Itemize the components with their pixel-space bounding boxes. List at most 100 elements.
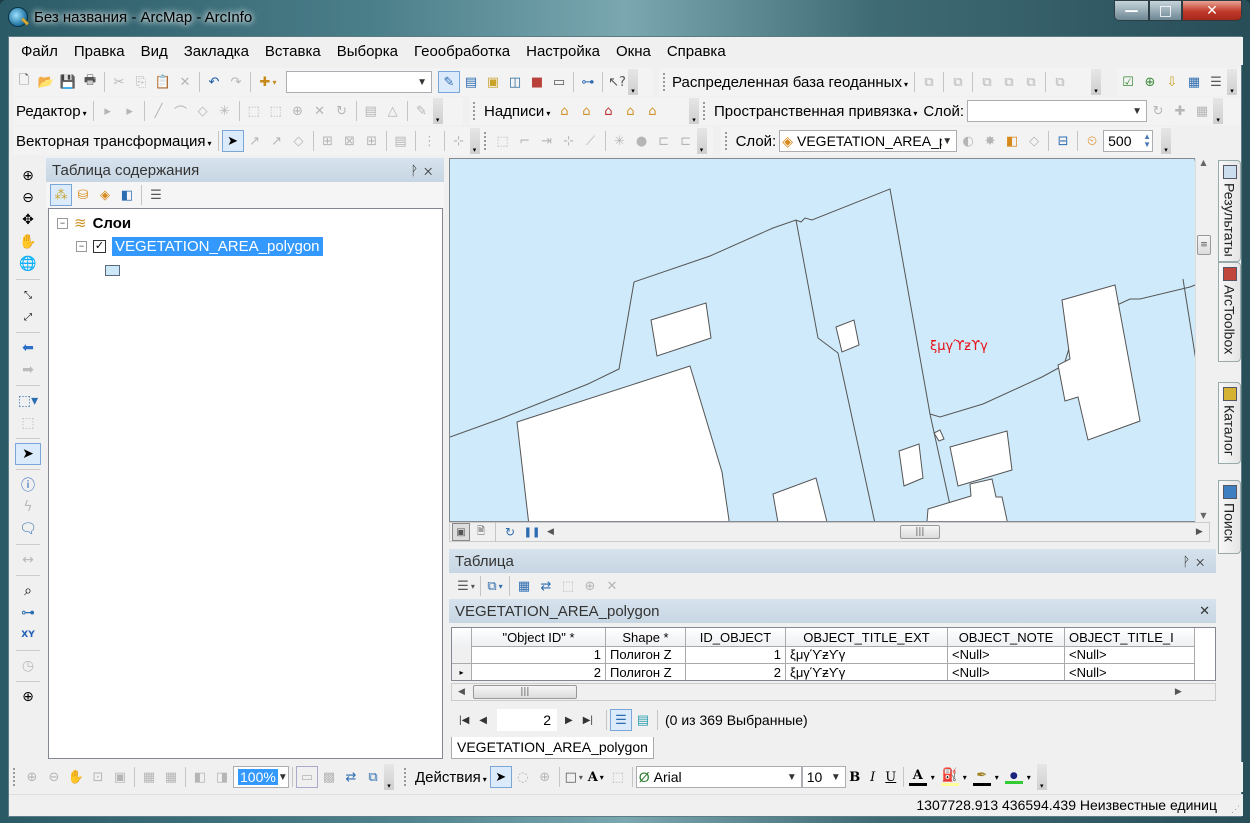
cell-object-title-ext[interactable]: ξμγϓƶϒγ [786, 664, 948, 680]
list-by-source-icon[interactable]: ⛁ [72, 184, 94, 206]
toolbar-grip[interactable] [725, 132, 729, 150]
scroll-left-icon[interactable]: ◀ [547, 527, 554, 537]
find-binoculars-icon[interactable]: ⌕ [15, 580, 41, 602]
create-viewer-window-icon[interactable]: ⊕ [15, 686, 41, 708]
menu-file[interactable]: Файл [21, 43, 58, 60]
layout-pan-icon[interactable]: ✋ [65, 766, 87, 788]
italic-button[interactable]: I [864, 770, 882, 785]
load-objects-icon[interactable]: ⇩ [1161, 71, 1183, 93]
map-view[interactable]: ξμγϓƶϒγ [449, 158, 1210, 522]
list-by-drawing-order-icon[interactable]: ⁂ [50, 184, 72, 206]
split-icon[interactable]: ✕ [309, 100, 331, 122]
column-header-id-object[interactable]: ID_OBJECT [686, 628, 786, 647]
menu-selection[interactable]: Выборка [337, 43, 398, 60]
zoom-in-icon[interactable]: ⊕ [15, 165, 41, 187]
tab-arctoolbox[interactable]: ArcToolbox [1218, 262, 1241, 362]
cell-id-object[interactable]: 1 [686, 646, 786, 664]
layout-zoom-out-icon[interactable]: ⊖ [43, 766, 65, 788]
toolbar-options-icon[interactable]: ▾ [432, 98, 443, 124]
cell-object-title-i[interactable]: <Null> [1065, 664, 1195, 680]
layer-name[interactable]: VEGETATION_AREA_polygon [112, 236, 323, 256]
cell-object-note[interactable]: <Null> [948, 646, 1065, 664]
validate-icon[interactable]: ☑ [1117, 71, 1139, 93]
layout-zoom-in-icon[interactable]: ⊕ [21, 766, 43, 788]
tab-results[interactable]: Результаты [1218, 160, 1241, 262]
label-weight-icon[interactable]: ⌂ [597, 100, 619, 122]
go-back-extent-icon[interactable]: ◧ [189, 766, 211, 788]
cell-object-id[interactable]: 2 [472, 664, 606, 680]
georef-layer-combo[interactable]: ▼ [967, 100, 1148, 122]
select-by-attributes-icon[interactable]: ▦ [513, 575, 535, 597]
new-displacement-link-icon[interactable]: ↗ [244, 130, 266, 152]
toolbar-options-icon[interactable]: ▾ [1227, 69, 1237, 95]
current-row-indicator-icon[interactable]: ▸ [452, 664, 472, 680]
create-features-icon[interactable]: ✎ [411, 100, 433, 122]
delete-icon[interactable]: ✕ [174, 71, 196, 93]
layout-zoom-combo[interactable]: 100% ▼ [233, 766, 289, 788]
pin-icon[interactable]: ᚹ [1182, 554, 1196, 569]
chevron-down-icon[interactable]: ▾ [1027, 773, 1031, 782]
whats-this-icon[interactable]: ↖? [606, 71, 628, 93]
back-extent-icon[interactable]: ⬅ [15, 337, 41, 359]
extend-icon[interactable]: ⇥ [536, 130, 558, 152]
menu-edit[interactable]: Правка [74, 43, 125, 60]
rotate-icon[interactable]: ↻ [331, 100, 353, 122]
zoom-out-icon[interactable]: ⊖ [15, 187, 41, 209]
attribute-transfer-icon[interactable]: ⊹ [448, 130, 470, 152]
new-document-icon[interactable]: 🗋 [13, 71, 35, 93]
table-tab[interactable]: VEGETATION_AREA_polygon [451, 737, 654, 759]
fill-color-button[interactable]: ⛽ [939, 768, 961, 786]
effects-adjust-icon[interactable]: ⊟ [1052, 130, 1074, 152]
scroll-right-icon[interactable]: ▶ [1175, 687, 1182, 697]
cell-object-note[interactable]: <Null> [948, 664, 1065, 680]
editor-toolbar-icon[interactable]: ✎ [438, 71, 460, 93]
open-folder-icon[interactable]: 📂 [35, 71, 57, 93]
fixed-zoom-in-icon[interactable]: ⤡ [15, 284, 41, 306]
catalog-window-icon[interactable]: ▣ [482, 71, 504, 93]
attributes-icon[interactable]: ▦ [1183, 71, 1205, 93]
construction-tools-icon[interactable]: ◇ [192, 100, 214, 122]
map-scale-combo[interactable]: ▼ [286, 71, 432, 93]
collapse-icon[interactable]: − [57, 217, 68, 229]
brightness-icon[interactable]: ✸ [979, 130, 1001, 152]
select-all-cell[interactable] [452, 628, 472, 647]
toolbar-grip[interactable] [404, 768, 408, 786]
toolbar-options-icon[interactable]: ▾ [384, 764, 394, 790]
line-color-button[interactable]: ✒ [971, 768, 993, 786]
fixed-zoom-in-icon[interactable]: ▦ [138, 766, 160, 788]
zoom-to-selected-icon[interactable]: ⊕ [579, 575, 601, 597]
go-forward-extent-icon[interactable]: ◨ [211, 766, 233, 788]
cell-id-object[interactable]: 2 [686, 664, 786, 680]
identify-icon[interactable]: ⓘ [15, 474, 41, 496]
straight-segment-icon[interactable]: ╱ [148, 100, 170, 122]
topology-edit-icon[interactable]: ⬚ [492, 130, 514, 152]
cut-icon[interactable]: ✂ [108, 71, 130, 93]
maximize-button[interactable]: □ [1149, 0, 1182, 21]
focus-data-frame-icon[interactable]: ▩ [318, 766, 340, 788]
time-slider-icon[interactable]: ◷ [15, 655, 41, 677]
close-button[interactable]: ✕ [1182, 0, 1242, 21]
drawing-actions-menu[interactable]: Действия ▾ [412, 769, 490, 786]
menu-windows[interactable]: Окна [616, 43, 651, 60]
toolbar-options-icon[interactable]: ▾ [1036, 764, 1047, 790]
select-elements-icon[interactable]: ➤ [221, 130, 244, 152]
toolbar-options-icon[interactable]: ▾ [469, 128, 480, 154]
last-record-icon[interactable]: ▶| [583, 715, 593, 726]
export-message-icon[interactable]: ⧉ [1020, 71, 1042, 93]
zoom-layer-icon[interactable]: ⊕ [1139, 71, 1161, 93]
current-record-input[interactable]: 2 [497, 709, 557, 731]
scroll-down-icon[interactable]: ▼ [1196, 511, 1211, 520]
show-all-records-icon[interactable]: ☰ [610, 709, 632, 731]
pause-labeling-icon[interactable]: ⌂ [641, 100, 663, 122]
show-shared-features-icon[interactable]: ⊏ [675, 130, 697, 152]
column-header-object-title-i[interactable]: OBJECT_TITLE_I [1065, 628, 1195, 647]
scroll-up-icon[interactable]: ▲ [1196, 158, 1211, 167]
edit-vertices-icon[interactable]: ⬚ [607, 766, 629, 788]
redo-icon[interactable]: ↷ [225, 71, 247, 93]
clear-limited-area-icon[interactable]: ⊞ [361, 130, 383, 152]
georeferencing-menu[interactable]: Пространственная привязка ▾ [711, 103, 920, 120]
flicker-icon[interactable]: ⏲ [1081, 130, 1103, 152]
cell-object-title-i[interactable]: <Null> [1065, 646, 1195, 664]
fixed-zoom-out-icon[interactable]: ⤢ [15, 306, 41, 328]
synchronize-icon[interactable]: ⧉ [947, 71, 969, 93]
